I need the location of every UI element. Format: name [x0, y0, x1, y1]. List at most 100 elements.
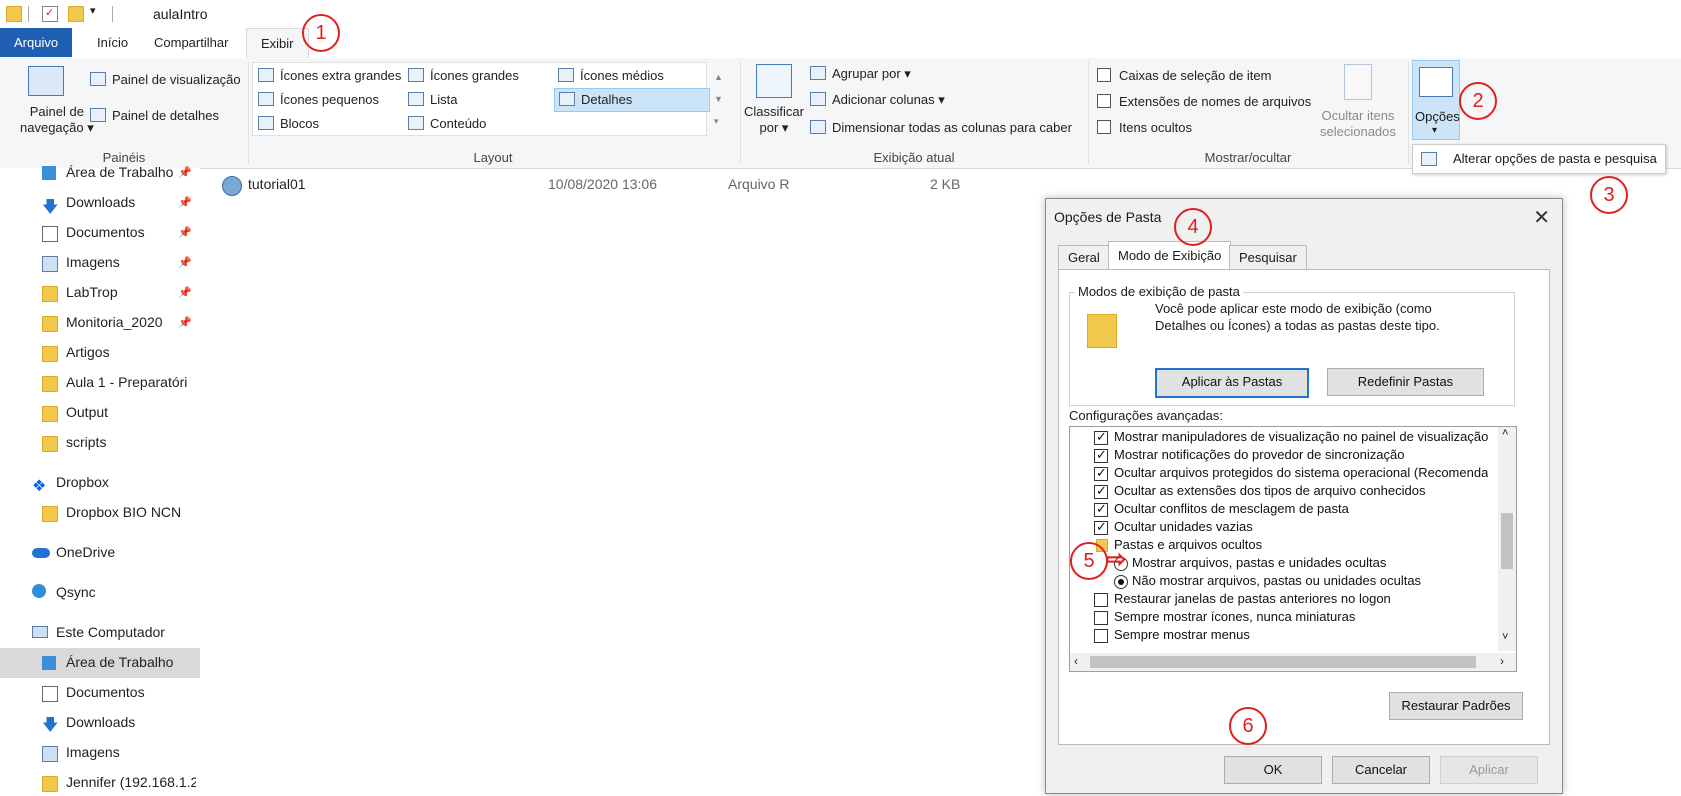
- size-columns-button[interactable]: Dimensionar todas as colunas para caber: [810, 120, 1072, 135]
- scroll-thumb[interactable]: [1090, 656, 1476, 668]
- checkbox[interactable]: [1094, 629, 1108, 643]
- tab-pesquisar[interactable]: Pesquisar: [1229, 245, 1307, 270]
- checkbox[interactable]: [1097, 68, 1111, 82]
- onedrive-icon: [32, 548, 50, 558]
- sidebar-item-monitoria[interactable]: Monitoria_2020: [66, 314, 163, 330]
- group-label-exibicao-atual: Exibição atual: [873, 150, 955, 165]
- group-separator: [1408, 62, 1409, 164]
- sidebar-item-area-de-trabalho[interactable]: Área de Trabalho: [66, 164, 173, 180]
- network-drive-icon: [42, 776, 58, 792]
- checkbox[interactable]: [1097, 120, 1111, 134]
- pin-icon[interactable]: 📌: [178, 256, 192, 269]
- cancel-button[interactable]: Cancelar: [1332, 756, 1430, 784]
- computer-icon: [32, 626, 48, 638]
- new-folder-icon[interactable]: [68, 6, 84, 22]
- group-by-button[interactable]: Agrupar por ▾: [810, 66, 911, 82]
- layout-large-icons[interactable]: Ícones grandes: [408, 68, 519, 83]
- sidebar-item-qsync[interactable]: Qsync: [56, 584, 96, 600]
- tab-geral[interactable]: Geral: [1058, 245, 1110, 270]
- tab-exibir[interactable]: Exibir: [246, 28, 309, 59]
- restore-defaults-button[interactable]: Restaurar Padrões: [1389, 692, 1523, 720]
- checkbox[interactable]: [1094, 429, 1108, 445]
- navigation-pane-button[interactable]: Painel de navegação ▾: [20, 104, 94, 136]
- customize-quick-access-icon[interactable]: ▾: [90, 4, 96, 17]
- sidebar-item-dropbox-bio[interactable]: Dropbox BIO NCN: [66, 504, 181, 520]
- advanced-settings-list[interactable]: Mostrar manipuladores de visualização no…: [1069, 426, 1517, 672]
- checkbox[interactable]: [1094, 593, 1108, 607]
- layout-medium-icons[interactable]: Ícones médios: [558, 68, 664, 83]
- close-icon[interactable]: ✕: [1533, 205, 1550, 230]
- scroll-down-icon[interactable]: ˅: [1502, 631, 1508, 643]
- checkbox[interactable]: [1094, 611, 1108, 625]
- sort-by-button[interactable]: Classificar por ▾: [744, 104, 804, 136]
- apply-to-folders-button[interactable]: Aplicar às Pastas: [1155, 368, 1309, 398]
- pin-icon[interactable]: 📌: [178, 196, 192, 209]
- pin-icon[interactable]: 📌: [178, 316, 192, 329]
- pin-icon[interactable]: 📌: [178, 166, 192, 179]
- properties-icon[interactable]: [42, 6, 58, 22]
- dropbox-icon: ❖: [32, 478, 47, 495]
- layout-list[interactable]: Lista: [408, 92, 457, 107]
- change-folder-options-item[interactable]: Alterar opções de pasta e pesquisa: [1453, 151, 1657, 166]
- r-file-icon: [222, 176, 242, 196]
- sidebar-item-este-computador[interactable]: Este Computador: [56, 624, 165, 640]
- tab-inicio[interactable]: Início: [83, 28, 142, 57]
- radio-hide-hidden[interactable]: [1114, 575, 1128, 589]
- tab-modo-de-exibicao[interactable]: Modo de Exibição: [1108, 241, 1232, 270]
- sidebar-item-documentos-pc[interactable]: Documentos: [66, 684, 145, 700]
- layout-tiles[interactable]: Blocos: [258, 116, 319, 131]
- ok-button[interactable]: OK: [1224, 756, 1322, 784]
- layout-details[interactable]: Detalhes: [554, 88, 710, 112]
- checkbox[interactable]: [1094, 447, 1108, 463]
- checkbox[interactable]: [1094, 501, 1108, 517]
- hidden-items-toggle[interactable]: Itens ocultos: [1097, 120, 1192, 135]
- navigation-pane-label-1: Painel de: [29, 104, 84, 119]
- sidebar-item-jennifer[interactable]: Jennifer (192.168.1.2: [66, 774, 196, 790]
- reset-folders-button[interactable]: Redefinir Pastas: [1327, 368, 1484, 396]
- sidebar-item-artigos[interactable]: Artigos: [66, 344, 110, 360]
- layout-content[interactable]: Conteúdo: [408, 116, 486, 131]
- checkbox[interactable]: [1094, 519, 1108, 535]
- options-label: Opções: [1415, 109, 1460, 124]
- scroll-left-icon[interactable]: ‹: [1074, 654, 1078, 668]
- tab-arquivo[interactable]: Arquivo: [0, 28, 73, 57]
- layout-small-icons[interactable]: Ícones pequenos: [258, 92, 379, 107]
- scroll-thumb[interactable]: [1501, 513, 1513, 569]
- file-name[interactable]: tutorial01: [248, 176, 306, 192]
- sidebar-item-scripts[interactable]: scripts: [66, 434, 106, 450]
- scroll-up-icon[interactable]: ˄: [1502, 427, 1508, 439]
- pin-icon[interactable]: 📌: [178, 286, 192, 299]
- tab-compartilhar[interactable]: Compartilhar: [140, 28, 242, 57]
- hide-selected-button[interactable]: Ocultar itens selecionados: [1320, 108, 1396, 140]
- sidebar-item-documentos[interactable]: Documentos: [66, 224, 145, 240]
- sidebar-item-area-de-trabalho-pc[interactable]: Área de Trabalho: [66, 654, 173, 670]
- horizontal-scrollbar[interactable]: ‹ ›: [1070, 653, 1516, 671]
- pin-icon[interactable]: 📌: [178, 226, 192, 239]
- checkbox[interactable]: [1094, 465, 1108, 481]
- details-pane-button[interactable]: Painel de detalhes: [90, 108, 219, 123]
- sidebar-item-aula1[interactable]: Aula 1 - Preparatóri: [66, 374, 196, 390]
- sidebar-item-imagens[interactable]: Imagens: [66, 254, 120, 270]
- advanced-settings-label: Configurações avançadas:: [1069, 408, 1223, 423]
- file-extensions-toggle[interactable]: Extensões de nomes de arquivos: [1097, 94, 1311, 109]
- gallery-scroll[interactable]: ▲ ▼ ▾: [714, 66, 723, 132]
- checkbox[interactable]: [1094, 483, 1108, 499]
- add-columns-button[interactable]: Adicionar colunas ▾: [810, 92, 945, 108]
- vertical-scrollbar[interactable]: ˄ ˅: [1498, 427, 1516, 651]
- sidebar-item-imagens-pc[interactable]: Imagens: [66, 744, 120, 760]
- checkbox[interactable]: [1097, 94, 1111, 108]
- sidebar-item-downloads-pc[interactable]: Downloads: [66, 714, 135, 730]
- sidebar-item-labtrop[interactable]: LabTrop: [66, 284, 118, 300]
- item-checkboxes-toggle[interactable]: Caixas de seleção de item: [1097, 68, 1271, 83]
- preview-pane-button[interactable]: Painel de visualização: [90, 72, 241, 87]
- options-button[interactable]: Opções ▾: [1412, 60, 1460, 140]
- download-icon: 🡇: [42, 199, 59, 216]
- sidebar-item-downloads[interactable]: Downloads: [66, 194, 135, 210]
- sidebar-item-output[interactable]: Output: [66, 404, 108, 420]
- scroll-right-icon[interactable]: ›: [1500, 654, 1504, 668]
- layout-extra-large-icons[interactable]: Ícones extra grandes: [258, 68, 401, 83]
- sidebar-item-onedrive[interactable]: OneDrive: [56, 544, 115, 560]
- adv-item: Sempre mostrar menus: [1114, 627, 1250, 642]
- sidebar-item-dropbox[interactable]: Dropbox: [56, 474, 109, 490]
- apply-button[interactable]: Aplicar: [1440, 756, 1538, 784]
